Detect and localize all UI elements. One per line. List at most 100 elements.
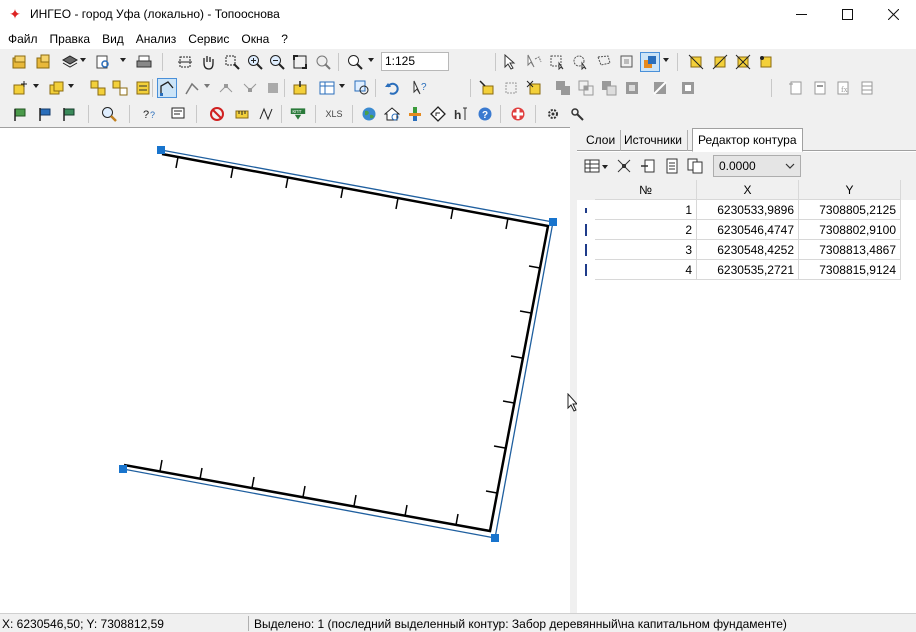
zoom-out-button[interactable] [267,52,287,72]
table-row[interactable]: 2 6230546,4747 7308802,9100 [577,220,916,240]
select-polyline-button[interactable] [524,52,544,72]
print-button[interactable] [134,52,154,72]
open-db-button[interactable] [34,52,54,72]
contour-edit-button[interactable] [157,78,177,98]
undo-button[interactable] [382,78,402,98]
column-header-y[interactable]: Y [799,180,901,200]
context-help-button[interactable]: ? [410,78,430,98]
print-preview-button[interactable] [93,52,113,72]
vertex-handle[interactable] [119,465,127,473]
vertex-number[interactable]: 1 [595,200,697,220]
map-canvas[interactable] [0,127,570,613]
slice-button[interactable] [650,78,670,98]
vertex-number[interactable]: 2 [595,220,697,240]
new-object-button[interactable] [10,78,30,98]
vertex-handle[interactable] [491,534,499,542]
chevron-down-icon[interactable] [68,83,74,89]
ungroup-button[interactable] [110,78,130,98]
offset-select[interactable]: 0.0000 [713,155,801,177]
ruler-button[interactable] [232,104,252,124]
forbid-button[interactable] [207,104,227,124]
scale-input[interactable]: 1:125 [381,52,449,71]
paint-button[interactable] [405,104,425,124]
vertex-y[interactable]: 7308813,4867 [799,240,901,260]
tools-button[interactable] [567,104,587,124]
vertex-x[interactable]: 6230546,4747 [697,220,799,240]
layers-button[interactable] [60,52,80,72]
group-button[interactable] [88,78,108,98]
vertex-x[interactable]: 6230535,2721 [697,260,799,280]
menu-service[interactable]: Сервис [182,32,235,46]
exclude-button[interactable] [622,78,642,98]
maximize-button[interactable] [824,0,870,28]
node-delete-button[interactable] [263,78,283,98]
pan-button[interactable] [198,52,218,72]
split-button[interactable] [733,52,753,72]
zoom-rect-button[interactable] [222,52,242,72]
panel-splitter[interactable] [567,127,579,613]
select-mode-button[interactable] [640,52,660,72]
zoom-previous-button[interactable] [313,52,333,72]
insert-vertex-button[interactable] [639,157,657,175]
doc-copy-button[interactable] [810,78,830,98]
vertex-y[interactable]: 7308802,9100 [799,220,901,240]
merge-button[interactable] [756,52,776,72]
copy-object-button[interactable] [46,78,66,98]
copy-coords-button[interactable] [663,157,681,175]
menu-help[interactable]: ? [275,32,294,46]
open-map-button[interactable] [10,52,30,72]
select-arrow-button[interactable] [500,52,520,72]
first-aid-button[interactable] [508,104,528,124]
query-button[interactable]: ?? [140,104,160,124]
select-circle-button[interactable] [570,52,590,72]
draw-line-button[interactable] [182,78,202,98]
vertex-handle[interactable] [157,146,165,154]
select-inside-button[interactable] [617,52,637,72]
menu-file[interactable]: Файл [2,32,44,46]
vertex-number[interactable]: 4 [595,260,697,280]
doc-add-button[interactable] [786,78,806,98]
select-rect-button[interactable] [547,52,567,72]
vertex-x[interactable]: 6230548,4252 [697,240,799,260]
table-row[interactable]: 3 6230548,4252 7308813,4867 [577,240,916,260]
menu-view[interactable]: Вид [96,32,130,46]
edit-vertex-button[interactable] [686,52,706,72]
doc-function-button[interactable]: fx [833,78,853,98]
search-button[interactable] [99,104,119,124]
chevron-down-icon[interactable] [368,57,374,63]
tab-layers[interactable]: Слои [581,130,622,151]
globe-button[interactable] [359,104,379,124]
doc-table-button[interactable] [857,78,877,98]
chevron-down-icon[interactable] [80,57,86,63]
grid-options-button[interactable] [583,157,601,175]
scale-zoom-button[interactable] [345,52,365,72]
height-button[interactable]: h [452,104,472,124]
select-lasso-button[interactable] [594,52,614,72]
tab-contour-editor[interactable]: Редактор контура [692,128,803,152]
georef-button[interactable] [10,104,30,124]
tab-sources[interactable]: Источники [619,130,688,151]
measure-button[interactable] [256,104,276,124]
paste-coords-button[interactable] [686,157,704,175]
edit-object-button[interactable] [710,52,730,72]
info-button[interactable] [168,104,188,124]
direction-button[interactable] [428,104,448,124]
settings-button[interactable] [544,104,564,124]
column-header-number[interactable]: № [595,180,697,200]
chevron-down-icon[interactable] [602,164,608,170]
menu-analysis[interactable]: Анализ [130,32,183,46]
xls-export-button[interactable]: XLS [322,104,346,124]
chevron-down-icon[interactable] [33,83,39,89]
home-button[interactable] [382,104,402,124]
close-button[interactable] [870,0,916,28]
help-button[interactable]: ? [475,104,495,124]
vertices-button[interactable] [615,157,633,175]
kpt-button[interactable]: КПТ [288,104,308,124]
table-button[interactable] [317,78,337,98]
selected-contour[interactable] [122,149,554,539]
chevron-down-icon[interactable] [663,57,669,63]
intersect-button[interactable] [576,78,596,98]
chevron-down-icon[interactable] [204,83,210,89]
vertex-handle[interactable] [549,218,557,226]
find-object-button[interactable] [352,78,372,98]
